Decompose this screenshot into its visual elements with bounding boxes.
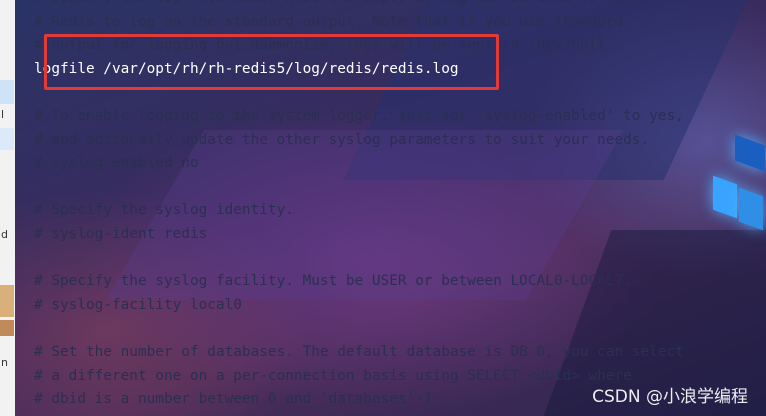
watermark: CSDN @小浪学编程 [592, 387, 748, 407]
comment-line: # syslog-ident redis [34, 225, 208, 242]
sliver-glyph: l [1, 108, 5, 121]
comment-line: # Specify the syslog identity. [34, 202, 294, 219]
wallpaper-cube [713, 175, 737, 219]
comment-line: # Specify the syslog facility. Must be U… [34, 273, 632, 290]
comment-line: # To enable logging to the system logger… [34, 107, 684, 124]
wallpaper-cube [739, 187, 763, 231]
comment-line: # syslog-enabled no [34, 155, 199, 172]
terminal-window[interactable]: # specify the log file name. Also the em… [15, 0, 766, 416]
comment-line: # dbid is a number between 0 and 'databa… [34, 391, 433, 408]
comment-line: # specify the log file name. Also the em… [34, 0, 684, 11]
comment-line: # and optionally update the other syslog… [34, 131, 650, 148]
wallpaper-cube [735, 134, 765, 172]
comment-line: # a different one on a per-connection ba… [34, 367, 632, 384]
comment-line: # Redis to log on the standard output. N… [34, 13, 624, 30]
sliver-glyph: n [1, 356, 8, 369]
logfile-highlight-box [44, 34, 499, 90]
sliver-glyph: d [1, 228, 8, 241]
comment-line: # Set the number of databases. The defau… [34, 343, 684, 360]
background-window-sliver: l d n [0, 0, 16, 416]
comment-line: # syslog-facility local0 [34, 296, 242, 313]
